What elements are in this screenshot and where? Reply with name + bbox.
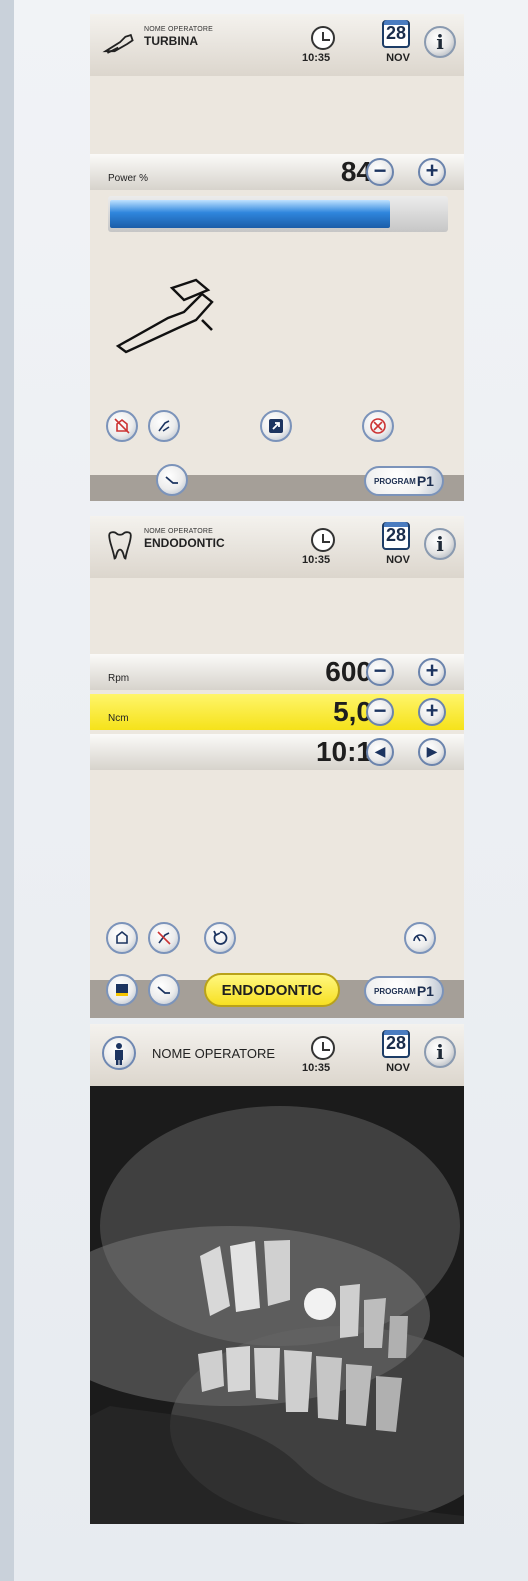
turbine-icon: [102, 33, 134, 54]
rpm-minus-button[interactable]: −: [366, 658, 394, 686]
clock-icon: [311, 528, 335, 552]
calendar-month: NOV: [386, 1062, 410, 1074]
reverse-icon: [213, 930, 228, 945]
light-button[interactable]: [106, 922, 138, 954]
operator-name: NOME OPERATORE: [152, 1046, 276, 1061]
handpiece-icon: [115, 278, 214, 354]
gauge-button[interactable]: [404, 922, 436, 954]
program-label: PROGRAM: [374, 986, 416, 996]
rpm-row: Rpm 600 − +: [90, 654, 464, 690]
clock-icon: [311, 26, 335, 50]
spray-off-icon: [157, 931, 171, 945]
endodontic-screen: NOME OPERATORE ENDODONTIC 10:35 28 NOV i…: [90, 516, 464, 1018]
light-off-icon: [114, 418, 130, 434]
operator-caption: NOME OPERATORE: [144, 26, 214, 33]
power-bar-fill: [110, 200, 390, 228]
clock-time: 10:35: [302, 52, 331, 64]
operator-caption: NOME OPERATORE: [144, 528, 214, 535]
clock-time: 10:35: [302, 1062, 331, 1074]
rpm-value: 600: [325, 656, 372, 687]
program-number: P1: [416, 473, 434, 489]
program-number: P1: [416, 983, 434, 999]
light-icon: [116, 930, 128, 944]
handpiece-select-button[interactable]: [156, 464, 188, 496]
ncm-row: Ncm 5,0 − +: [90, 694, 464, 730]
apex-locator-icon: [116, 984, 128, 996]
program-button[interactable]: PROGRAM P1: [364, 976, 444, 1006]
info-button[interactable]: i: [424, 1036, 456, 1068]
power-plus-button[interactable]: +: [418, 158, 446, 186]
person-icon: [115, 1043, 123, 1065]
power-bar: [108, 196, 448, 232]
expand-icon: [269, 419, 283, 433]
handpiece-small-icon: [157, 986, 170, 994]
power-row: Power % 84 − +: [90, 154, 464, 190]
xray-screen: NOME OPERATORE 10:35 28 NOV i: [90, 1024, 464, 1524]
expand-button[interactable]: [260, 410, 292, 442]
rpm-label: Rpm: [108, 673, 130, 684]
rpm-plus-button[interactable]: +: [418, 658, 446, 686]
handpiece-select-button[interactable]: [148, 974, 180, 1006]
program-button[interactable]: PROGRAM P1: [364, 466, 444, 496]
calendar-day: 28: [382, 20, 410, 48]
calendar-month: NOV: [386, 554, 410, 566]
calendar-month: NOV: [386, 52, 410, 64]
info-button[interactable]: i: [424, 528, 456, 560]
turbina-screen: NOME OPERATORE TURBINA 10:35 28 NOV i Po…: [90, 14, 464, 501]
spray-off-button[interactable]: [148, 922, 180, 954]
ncm-label: Ncm: [108, 713, 129, 724]
ratio-row: 10:1 ◀ ▶: [90, 734, 464, 770]
xray-drawing: [90, 1086, 464, 1524]
clock-time: 10:35: [302, 554, 331, 566]
apex-locator-button[interactable]: [106, 974, 138, 1006]
calendar-day: 28: [382, 1030, 410, 1058]
ncm-minus-button[interactable]: −: [366, 698, 394, 726]
ratio-left-button[interactable]: ◀: [366, 738, 394, 766]
spray-button[interactable]: [148, 410, 180, 442]
ratio-value: 10:1: [315, 736, 372, 767]
info-button[interactable]: i: [424, 26, 456, 58]
top-bar: NOME OPERATORE 10:35 28 NOV i: [90, 1024, 464, 1086]
handpiece-small-icon: [165, 476, 178, 484]
top-bar: NOME OPERATORE ENDODONTIC 10:35 28 NOV i: [90, 516, 464, 578]
reverse-button[interactable]: [204, 922, 236, 954]
ratio-right-button[interactable]: ▶: [418, 738, 446, 766]
mode-title: ENDODONTIC: [144, 536, 225, 550]
power-minus-button[interactable]: −: [366, 158, 394, 186]
operator-avatar-button[interactable]: [102, 1036, 136, 1070]
ncm-plus-button[interactable]: +: [418, 698, 446, 726]
dental-xray-image: [90, 1086, 464, 1524]
program-label: PROGRAM: [374, 476, 416, 486]
mode-title: TURBINA: [144, 34, 198, 48]
endodontic-mode-button[interactable]: ENDODONTIC: [204, 973, 340, 1007]
light-off-button[interactable]: [106, 410, 138, 442]
clock-icon: [311, 1036, 335, 1060]
top-bar: NOME OPERATORE TURBINA 10:35 28 NOV i: [90, 14, 464, 76]
gauge-icon: [413, 934, 427, 942]
tooth-icon: [108, 531, 132, 560]
cancel-icon: [370, 418, 386, 434]
spray-icon: [158, 420, 170, 432]
cancel-button[interactable]: [362, 410, 394, 442]
power-label: Power %: [108, 173, 149, 184]
calendar-day: 28: [382, 522, 410, 550]
